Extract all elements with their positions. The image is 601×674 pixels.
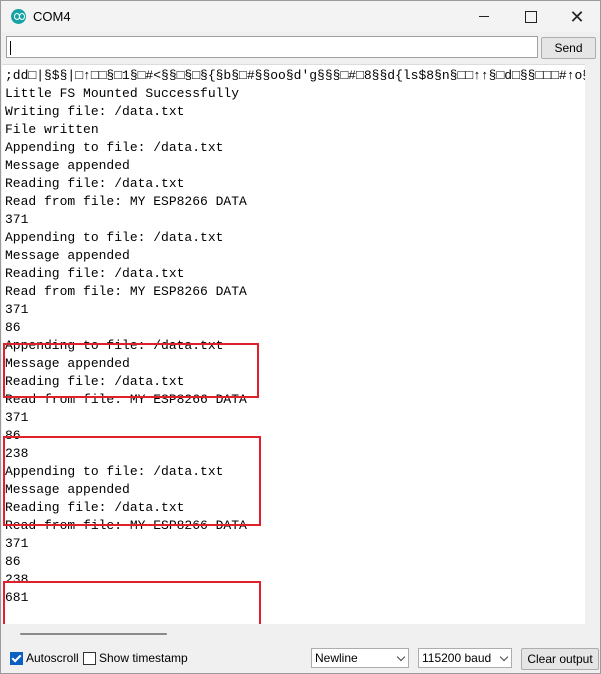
autoscroll-label: Autoscroll (26, 651, 79, 665)
close-icon: ✕ (569, 6, 585, 27)
horizontal-scroll-thumb[interactable] (20, 633, 167, 635)
console-line: Reading file: /data.txt (5, 266, 185, 281)
console-line: Writing file: /data.txt (5, 104, 185, 119)
maximize-icon (525, 10, 537, 23)
chevron-down-icon (499, 652, 509, 662)
console-line: File written (5, 122, 99, 137)
timestamp-checkbox[interactable] (83, 652, 96, 665)
timestamp-label: Show timestamp (99, 651, 188, 665)
title-bar: COM4 ✕ (1, 1, 600, 32)
console-line: Read from file: MY ESP8266 DATA (5, 194, 247, 209)
console-line: 371 (5, 212, 29, 227)
console-line: Appending to file: /data.txt (5, 230, 224, 245)
chevron-down-icon (396, 652, 406, 662)
baud-rate-select[interactable]: 115200 baud (418, 648, 512, 668)
vertical-scrollbar[interactable] (585, 64, 600, 624)
maximize-button[interactable] (508, 1, 554, 32)
bottom-toolbar: Autoscroll Show timestamp Newline 115200… (1, 644, 600, 673)
console-line: 86 (5, 320, 21, 335)
console-line: ;dd□|§$§|□↑□□§□1§□#<§§□§□§{§b§□#§§oo§d'g… (5, 68, 585, 83)
send-row: Send (1, 32, 600, 62)
window-title: COM4 (33, 9, 71, 24)
clear-output-button[interactable]: Clear output (521, 648, 599, 670)
autoscroll-checkbox[interactable] (10, 652, 23, 665)
console-line: Message appended (5, 248, 130, 263)
console-line: Message appended (5, 158, 130, 173)
close-button[interactable]: ✕ (554, 1, 600, 32)
console-line: Little FS Mounted Successfully (5, 86, 240, 101)
console-line: 86 (5, 554, 21, 569)
highlight-box-2 (3, 436, 261, 526)
console-line: Appending to file: /data.txt (5, 140, 224, 155)
console-line: 371 (5, 536, 29, 551)
serial-monitor-window: COM4 ✕ Send ;dd□|§$§|□↑□□§□1§□#<§§□§□§{§… (0, 0, 601, 674)
serial-input[interactable] (6, 36, 538, 58)
text-caret (10, 41, 11, 55)
output-lines: ;dd□|§$§|□↑□□§□1§□#<§§□§□§{§b§□#§§oo§d'g… (5, 67, 585, 607)
console-line: 371 (5, 410, 29, 425)
console-line: Read from file: MY ESP8266 DATA (5, 284, 247, 299)
send-button[interactable]: Send (541, 37, 596, 59)
line-ending-value: Newline (315, 651, 358, 665)
console-line: Reading file: /data.txt (5, 176, 185, 191)
line-ending-select[interactable]: Newline (311, 648, 409, 668)
arduino-icon (11, 9, 26, 24)
console-line: 371 (5, 302, 29, 317)
baud-rate-value: 115200 baud (422, 651, 492, 665)
serial-output[interactable]: ;dd□|§$§|□↑□□§□1§□#<§§□§□§{§b§□#§§oo§d'g… (2, 64, 585, 625)
highlight-box-3 (3, 581, 261, 625)
highlight-box-1 (3, 343, 259, 398)
minimize-icon (479, 16, 489, 17)
minimize-button[interactable] (461, 1, 507, 32)
horizontal-scrollbar[interactable] (2, 624, 585, 641)
